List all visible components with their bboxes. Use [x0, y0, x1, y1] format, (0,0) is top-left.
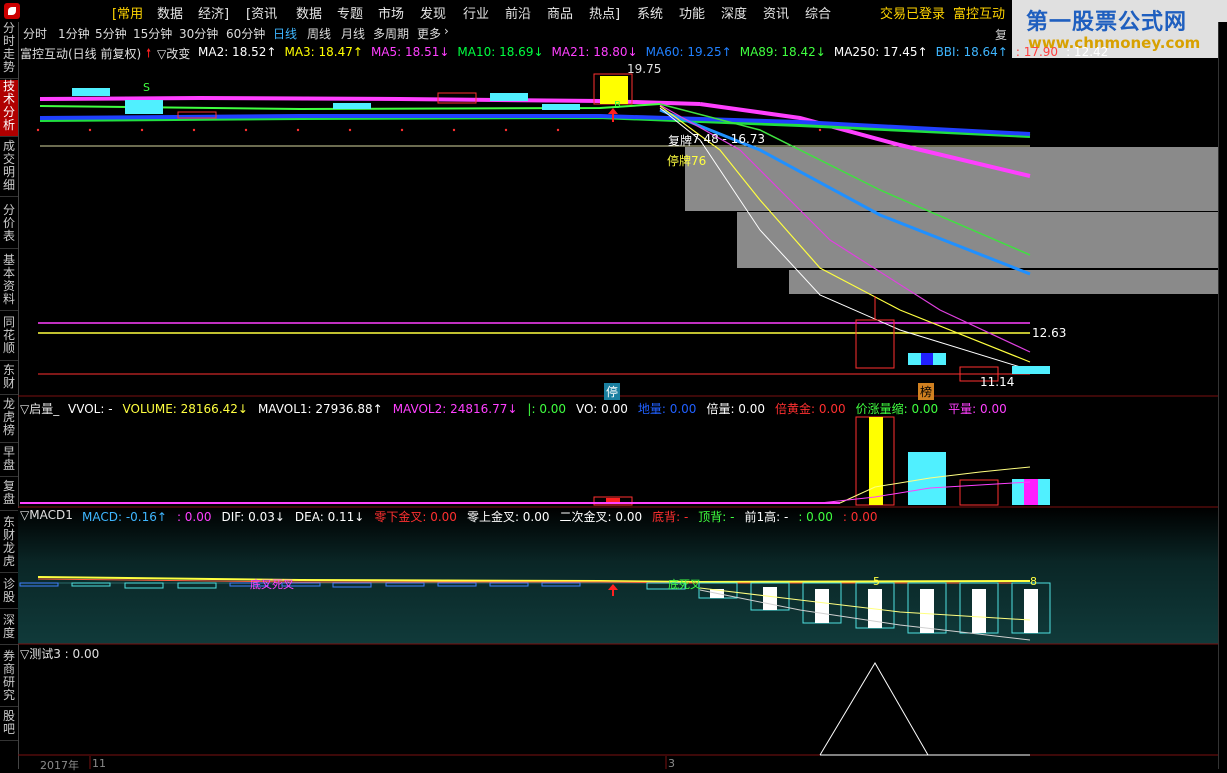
ma-value: MA10: 18.69↓ — [457, 45, 544, 59]
candle-up — [72, 88, 110, 96]
buy-mark: B — [614, 100, 621, 111]
macd-value: : 0.00 — [842, 510, 878, 524]
ma-value: BBI: 18.64↑ — [935, 45, 1008, 59]
volume-bar-mark — [1024, 479, 1038, 505]
volume-value: MAVOL1: 27936.88↑ — [257, 402, 383, 416]
ma-value: MA21: 18.80↓ — [551, 45, 638, 59]
date-label: 3 — [668, 757, 675, 770]
ma-value: MA5: 18.51↓ — [370, 45, 450, 59]
volume-value: VO: 0.00 — [576, 402, 628, 416]
macd-values: MACD: -0.16↑ : 0.00 DIF: 0.03↓ DEA: 0.11↓ 零下… — [82, 508, 887, 525]
chart-title: 富控互动(日线 前复权) — [20, 47, 142, 61]
ma-value: MA3: 18.47↑ — [284, 45, 363, 59]
volume-panel-title[interactable]: ▽启量_ — [20, 400, 59, 417]
resume-label: 复牌 — [668, 134, 693, 148]
candle-mark — [921, 353, 933, 365]
macd-value: 二次金叉: 0.00 — [559, 510, 643, 524]
ma-value: : 17.90 — [1015, 45, 1059, 59]
ma-value: MA60: 19.25↑ — [645, 45, 732, 59]
cross-label: 底死叉 — [668, 578, 701, 591]
test3-panel-title[interactable]: ▽测试3 : 0.00 — [20, 645, 99, 662]
right-scrollbar[interactable] — [1218, 22, 1227, 769]
lhb-tag: 榜 — [918, 383, 935, 400]
macd-value: : 0.00 — [798, 510, 833, 524]
macd-value: 零上金叉: 0.00 — [466, 510, 550, 524]
macd-panel-title[interactable]: ▽MACD1 — [20, 508, 73, 522]
ma-value: MA250: 17.45↑ — [833, 45, 928, 59]
suspend-tag: 停 — [604, 383, 621, 400]
candle-up — [542, 104, 580, 110]
sell-mark: S — [143, 81, 150, 94]
macd-value: 前1高: - — [744, 510, 789, 524]
macd-value: MACD: -0.16↑ — [82, 510, 167, 524]
macd-value: : 0.00 — [176, 510, 212, 524]
macd-dea-line — [37, 576, 1031, 584]
change-label[interactable]: ▽改变 — [157, 45, 190, 62]
gap-box — [789, 270, 1218, 294]
volume-value: 倍量: 0.00 — [706, 402, 766, 416]
candle-up — [333, 103, 371, 109]
macd-value: DIF: 0.03↓ — [221, 510, 285, 524]
candle-up — [125, 100, 163, 114]
candle-up — [490, 93, 528, 101]
ma-value: MA89: 18.42↓ — [739, 45, 826, 59]
macd-bars — [19, 582, 1051, 634]
macd-value: 底背: - — [652, 510, 689, 524]
macd-value: DEA: 0.11↓ — [294, 510, 365, 524]
volume-value: 价涨量缩: 0.00 — [855, 402, 939, 416]
macd-value: 零下金叉: 0.00 — [374, 510, 457, 524]
volume-value: MAVOL2: 24816.77↓ — [392, 402, 518, 416]
gap-range-label: 7.48 - 16.73 — [692, 132, 766, 146]
volume-value: VVOL: - — [68, 402, 113, 416]
ma-value: MA2: 18.52↑ — [198, 45, 277, 59]
low-price-label: 11.14 — [980, 375, 1015, 389]
up-arrow-icon: 🠕 — [146, 46, 152, 60]
ma-value: : 12.42 — [1066, 45, 1109, 59]
date-label: 2017年 — [40, 759, 79, 772]
date-label: 11 — [92, 757, 106, 770]
test3-triangle — [819, 662, 929, 756]
ma-values: MA2: 18.52↑ MA3: 18.47↑ MA5: 18.51↓ MA10: 1… — [198, 45, 1116, 59]
volume-bar-highlight — [869, 417, 883, 505]
macd-mark: 8 — [1030, 575, 1037, 588]
macd-value: 顶背: - — [698, 510, 735, 524]
volume-value: VOLUME: 28166.42↓ — [122, 402, 248, 416]
volume-value: |: 0.00 — [527, 402, 567, 416]
high-price-label: 19.75 — [627, 62, 662, 76]
volume-bar — [959, 479, 999, 506]
cross-label: 底叉死叉 — [250, 578, 294, 591]
volume-value: 平量: 0.00 — [948, 402, 1007, 416]
macd-mark: 5 — [873, 575, 880, 588]
gap-box — [737, 212, 1218, 268]
volume-values: VVOL: - VOLUME: 28166.42↓ MAVOL1: 27936.88… — [68, 400, 1017, 417]
candle-down-big — [855, 319, 895, 369]
up-arrow-icon — [608, 584, 618, 590]
volume-value: 地量: 0.00 — [637, 402, 697, 416]
candle-up — [1012, 366, 1050, 374]
suspend-label: 停牌76 — [667, 154, 707, 168]
volume-value: 倍黄金: 0.00 — [775, 402, 846, 416]
level-price-label: 12.63 — [1032, 326, 1067, 340]
